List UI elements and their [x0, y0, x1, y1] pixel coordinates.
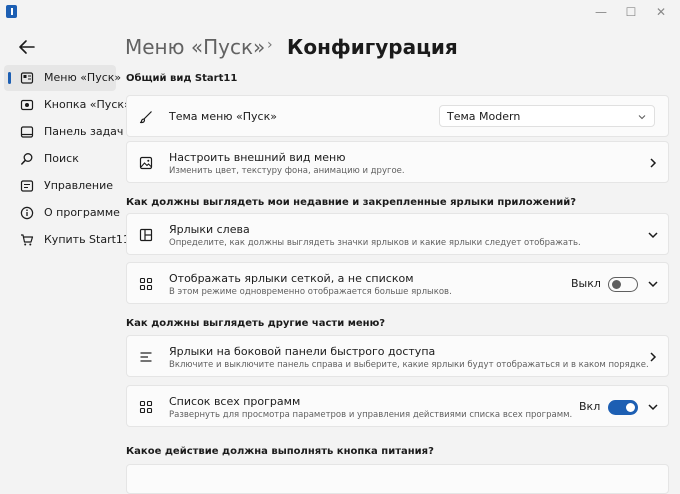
power-button-card[interactable]: [126, 464, 669, 494]
start-menu-icon: [20, 72, 34, 84]
grid-icon: [139, 277, 153, 291]
layout-icon: [139, 228, 153, 242]
info-icon: [20, 206, 34, 220]
start-button-icon: [20, 99, 34, 111]
minimize-button[interactable]: —: [586, 3, 616, 21]
side-panel-card[interactable]: Ярлыки на боковой панели быстрого доступ…: [126, 335, 669, 377]
chevron-down-icon: [638, 115, 646, 120]
left-shortcuts-card[interactable]: Ярлыки слева Определите, как должны выгл…: [126, 213, 669, 255]
side-panel-title: Ярлыки на боковой панели быстрого доступ…: [169, 345, 436, 358]
sidebar-item-start-menu[interactable]: Меню «Пуск»: [4, 65, 121, 91]
chevron-down-icon[interactable]: [647, 278, 659, 290]
section-header-other-parts: Как должны выглядеть другие части меню?: [126, 318, 386, 329]
left-shortcuts-desc: Определите, как должны выглядеть значки …: [169, 238, 581, 248]
sidebar-item-label: Поиск: [44, 152, 79, 165]
sidebar-item-search[interactable]: Поиск: [4, 146, 116, 172]
chevron-right-icon: ›: [267, 37, 273, 53]
sidebar-item-label: Меню «Пуск»: [44, 71, 122, 84]
arrow-left-icon: [19, 40, 35, 54]
chevron-right-icon: [650, 158, 657, 168]
all-programs-card: Список всех программ Развернуть для прос…: [126, 385, 669, 427]
sidebar-item-taskbar[interactable]: Панель задач: [4, 119, 123, 145]
sidebar-item-label: Купить Start11: [44, 233, 130, 246]
sidebar-item-about[interactable]: О программе: [4, 200, 120, 226]
brush-icon: [139, 111, 152, 124]
all-programs-title: Список всех программ: [169, 395, 301, 408]
all-programs-desc: Развернуть для просмотра параметров и уп…: [169, 410, 573, 420]
main-content: Общий вид Start11 Тема меню «Пуск» Тема …: [120, 64, 680, 494]
chevron-down-icon[interactable]: [647, 401, 659, 413]
theme-title: Тема меню «Пуск»: [169, 110, 277, 123]
grid-shortcuts-desc: В этом режиме одновременно отображается …: [169, 287, 452, 297]
grid-icon: [139, 400, 153, 414]
theme-dropdown[interactable]: Тема Modern: [439, 105, 655, 127]
sidebar-item-control[interactable]: Управление: [4, 173, 116, 199]
image-icon: [139, 156, 153, 170]
back-button[interactable]: [17, 37, 37, 57]
app-icon: [6, 5, 17, 18]
control-icon: [20, 180, 34, 192]
chevron-right-icon: [650, 352, 657, 362]
theme-card: Тема меню «Пуск» Тема Modern: [126, 95, 669, 137]
side-panel-desc: Включите и выключите панель справа и выб…: [169, 360, 649, 370]
breadcrumb-parent[interactable]: Меню «Пуск»: [125, 35, 265, 59]
sidebar-item-buy[interactable]: Купить Start11: [4, 227, 130, 253]
appearance-card[interactable]: Настроить внешний вид меню Изменить цвет…: [126, 141, 669, 183]
list-icon: [140, 352, 152, 362]
grid-shortcuts-title: Отображать ярлыки сеткой, а не списком: [169, 272, 414, 285]
toggle-knob: [626, 403, 635, 412]
grid-shortcuts-toggle[interactable]: [608, 277, 638, 292]
chevron-down-icon: [648, 232, 658, 239]
close-button[interactable]: ✕: [646, 3, 676, 21]
sidebar-item-label: Кнопка «Пуск»: [44, 98, 131, 111]
section-header-general: Общий вид Start11: [126, 73, 238, 84]
cart-icon: [21, 234, 34, 246]
search-icon: [21, 153, 33, 165]
sidebar: Меню «Пуск» Кнопка «Пуск» Панель задач П…: [0, 64, 131, 254]
appearance-desc: Изменить цвет, текстуру фона, анимацию и…: [169, 166, 405, 176]
title-bar: — ☐ ✕: [0, 0, 680, 24]
section-header-shortcuts: Как должны выглядеть мои недавние и закр…: [126, 197, 577, 208]
grid-shortcuts-card: Отображать ярлыки сеткой, а не списком В…: [126, 262, 669, 304]
sidebar-item-label: О программе: [44, 206, 120, 219]
sidebar-item-start-button[interactable]: Кнопка «Пуск»: [4, 92, 131, 118]
sidebar-item-label: Панель задач: [44, 125, 124, 138]
appearance-title: Настроить внешний вид меню: [169, 151, 346, 164]
toggle-knob: [612, 280, 621, 289]
sidebar-item-label: Управление: [44, 179, 114, 192]
theme-dropdown-value: Тема Modern: [447, 110, 521, 123]
all-programs-state: Вкл: [579, 400, 601, 413]
left-shortcuts-title: Ярлыки слева: [169, 223, 250, 236]
taskbar-icon: [20, 126, 34, 138]
grid-shortcuts-state: Выкл: [571, 277, 601, 290]
section-header-power-button: Какое действие должна выполнять кнопка п…: [126, 446, 434, 457]
maximize-button[interactable]: ☐: [616, 3, 646, 21]
page-title: Конфигурация: [287, 35, 458, 59]
all-programs-toggle[interactable]: [608, 400, 638, 415]
